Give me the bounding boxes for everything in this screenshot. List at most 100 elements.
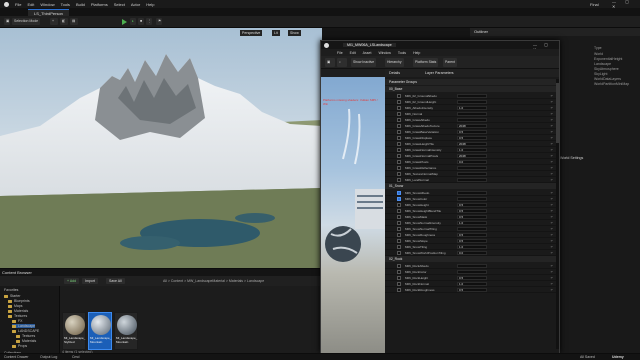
parameter-value-field[interactable] [457, 165, 487, 171]
reset-arrow-icon[interactable]: ↶ [550, 227, 553, 231]
parameter-override-checkbox[interactable] [397, 251, 401, 255]
mi-menu-file[interactable]: File [337, 51, 343, 55]
outliner-row[interactable]: Landscape [594, 62, 611, 66]
tree-item[interactable]: Textures [8, 314, 27, 318]
parameter-value-field[interactable]: 1.0 [457, 281, 487, 287]
parameter-override-checkbox[interactable] [397, 100, 401, 104]
save-icon[interactable]: ▣ [4, 18, 10, 25]
parameter-value-field[interactable]: 0.5 [457, 129, 487, 135]
menu-tools[interactable]: Tools [61, 2, 70, 7]
mi-menu-window[interactable]: Window [378, 51, 390, 55]
parameter-override-checkbox[interactable] [397, 160, 401, 164]
parameter-value-field[interactable]: 0.5 [457, 135, 487, 141]
parameter-override-checkbox[interactable] [397, 245, 401, 249]
reset-arrow-icon[interactable]: ↶ [550, 154, 553, 158]
parameter-override-checkbox[interactable] [397, 209, 401, 213]
reset-arrow-icon[interactable]: ↶ [550, 264, 553, 268]
parameter-group-header[interactable]: 00_Base [385, 86, 559, 92]
reset-arrow-icon[interactable]: ↶ [550, 148, 553, 152]
parameter-value-field[interactable] [457, 190, 487, 196]
parameter-override-checkbox[interactable] [397, 276, 401, 280]
layer-parameters-tab[interactable]: Layer Parameters [425, 71, 454, 75]
parameter-value-field[interactable]: 0.0 [457, 250, 487, 256]
level-tab[interactable]: LS_ThirdPerson [28, 9, 69, 16]
menu-help[interactable]: Help [146, 2, 154, 7]
parameter-override-checkbox[interactable] [397, 118, 401, 122]
ue-logo-icon[interactable] [4, 1, 9, 7]
reset-arrow-icon[interactable]: ↶ [550, 112, 553, 116]
parameter-override-checkbox[interactable] [397, 282, 401, 286]
parameter-value-field[interactable]: 0.5 [457, 275, 487, 281]
parameter-value-field[interactable]: 0.0 [457, 159, 487, 165]
selection-mode-button[interactable]: Selection Mode [12, 18, 41, 25]
parameter-value-field[interactable]: 2048 [457, 123, 487, 129]
parameter-value-field[interactable]: 1.0 [457, 220, 487, 226]
asset-tile[interactable]: MI_Landscape_Mountain [114, 312, 138, 350]
cmd-input[interactable]: Cmd [72, 355, 79, 359]
reset-arrow-icon[interactable]: ↶ [550, 233, 553, 237]
outliner-row[interactable]: WorldPartitionMiniMap [594, 82, 629, 86]
tree-item-selected[interactable]: Landscape [12, 324, 36, 328]
parameter-override-checkbox[interactable] [397, 288, 401, 292]
parameter-value-field[interactable] [457, 263, 487, 269]
parameter-value-field[interactable]: 0.5 [457, 214, 487, 220]
reset-arrow-icon[interactable]: ↶ [550, 142, 553, 146]
reset-arrow-icon[interactable]: ↶ [550, 160, 553, 164]
parameter-override-checkbox[interactable] [397, 130, 401, 134]
parameter-groups-header[interactable]: Parameter Groups [385, 79, 559, 85]
parameter-value-field[interactable]: 1.0 [457, 244, 487, 250]
menu-file[interactable]: File [15, 2, 21, 7]
reset-arrow-icon[interactable]: ↶ [550, 124, 553, 128]
menu-actor[interactable]: Actor [131, 2, 140, 7]
parameter-value-field[interactable] [457, 196, 487, 202]
material-preview-viewport[interactable]: Platforms missing shaders: Vulkan SM5 / … [321, 69, 385, 353]
more-options-icon[interactable]: ⋮ [146, 18, 152, 25]
content-browser-tab[interactable]: Content Browser [2, 270, 32, 275]
parameter-value-field[interactable] [457, 269, 487, 275]
parameter-override-checkbox[interactable] [397, 112, 401, 116]
parameter-override-checkbox[interactable] [397, 154, 401, 158]
tree-item[interactable]: Materials [8, 309, 28, 313]
menu-select[interactable]: Select [114, 2, 125, 7]
show-inactive-button[interactable]: Show Inactive [351, 58, 377, 67]
browse-icon[interactable]: ⌕ [337, 58, 347, 67]
import-button[interactable]: Import [82, 278, 98, 284]
reset-arrow-icon[interactable]: ↶ [550, 251, 553, 255]
details-tab[interactable]: Details [389, 71, 400, 75]
parameter-override-checkbox[interactable] [397, 264, 401, 268]
reset-arrow-icon[interactable]: ↶ [550, 118, 553, 122]
parent-button[interactable]: Parent [443, 58, 457, 67]
menu-window[interactable]: Window [40, 2, 54, 7]
mi-menu-edit[interactable]: Edit [350, 51, 356, 55]
hierarchy-button[interactable]: Hierarchy [385, 58, 404, 67]
outliner-row[interactable]: ExponentialHeight [594, 57, 622, 61]
reset-arrow-icon[interactable]: ↶ [550, 270, 553, 274]
parameter-override-checkbox[interactable] [397, 203, 401, 207]
tree-item[interactable]: Textures [16, 334, 35, 338]
parameter-value-field[interactable] [457, 99, 487, 105]
parameter-override-checkbox[interactable] [397, 197, 401, 201]
details-scrollbar[interactable] [556, 79, 559, 349]
tree-item[interactable]: Materials [16, 339, 36, 343]
reset-arrow-icon[interactable]: ↶ [550, 100, 553, 104]
parameter-group-header[interactable]: 01_Snow [385, 183, 559, 189]
perspective-dropdown[interactable]: Perspective [240, 30, 263, 36]
parameter-override-checkbox[interactable] [397, 148, 401, 152]
asset-tile[interactable]: MI_Landscape_Stylized [62, 312, 86, 350]
content-drawer-button[interactable]: Content Drawer [4, 355, 29, 359]
all-saved-status[interactable]: All Saved [580, 355, 595, 359]
mi-menu-help[interactable]: Help [413, 51, 420, 55]
parameter-override-checkbox[interactable] [397, 215, 401, 219]
save-icon[interactable]: ▣ [325, 58, 335, 67]
output-log-button[interactable]: Output Log [40, 355, 57, 359]
reset-arrow-icon[interactable]: ↶ [550, 276, 553, 280]
reset-arrow-icon[interactable]: ↶ [550, 209, 553, 213]
cinematics-button[interactable]: ▤ [70, 18, 78, 25]
tree-item[interactable]: FX [12, 319, 22, 323]
reset-arrow-icon[interactable]: ↶ [550, 94, 553, 98]
reset-arrow-icon[interactable]: ↶ [550, 203, 553, 207]
parameter-value-field[interactable] [457, 171, 487, 177]
parameter-override-checkbox[interactable] [397, 270, 401, 274]
level-viewport[interactable]: Perspective Lit Show [0, 28, 322, 268]
mi-asset-tab[interactable]: MI1_MW06A_LSLandscape [343, 43, 396, 47]
